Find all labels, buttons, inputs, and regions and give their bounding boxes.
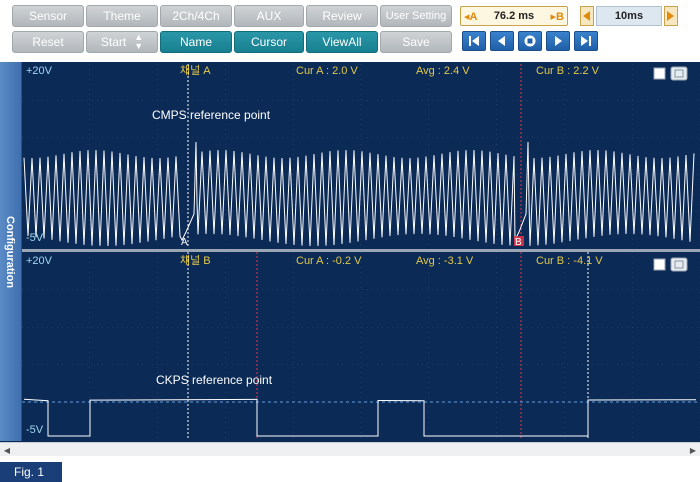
horizontal-scrollbar[interactable]: ◀ ▶ [0, 442, 700, 456]
configuration-tab[interactable]: Configuration [0, 62, 22, 441]
waveform-canvas[interactable]: +20V -5V 채널 A Cur A : 2.0 V Avg : 2.4 V … [0, 62, 700, 442]
previous-frame-button[interactable] [490, 31, 514, 51]
cursor-delta-readout: ◂A 76.2 ms ▸B [460, 6, 568, 26]
configuration-label: Configuration [4, 215, 17, 288]
ch2-name: 채널 B [180, 254, 211, 267]
channel-a-waveform [23, 141, 695, 247]
aux-button[interactable]: AUX [234, 5, 304, 27]
ch1-cur-b: Cur B : 2.2 V [536, 65, 600, 77]
cursor-a-marker-icon: ◂A [464, 10, 478, 23]
ch2-cur-b: Cur B : -4.1 V [536, 255, 603, 267]
ch2-toggle-checkbox[interactable] [653, 258, 666, 271]
ch1-name: 채널 A [180, 64, 211, 77]
next-frame-button[interactable] [546, 31, 570, 51]
stop-button[interactable] [518, 31, 542, 51]
time-decrease-button[interactable] [580, 6, 594, 26]
reset-button[interactable]: Reset [12, 31, 84, 53]
spinner-icon: ▲ ▼ [134, 32, 144, 51]
cursor-b-mark: B [515, 237, 522, 248]
time-increase-button[interactable] [664, 6, 678, 26]
start-button-label: Start [100, 35, 127, 49]
theme-button[interactable]: Theme [86, 5, 158, 27]
play-icon [555, 36, 562, 46]
ch1-scale-top: +20V [26, 65, 53, 77]
ch2-avg: Avg : -3.1 V [416, 255, 474, 267]
channel-b-waveform [23, 398, 697, 437]
start-button[interactable]: Start ▲ ▼ [86, 31, 158, 53]
ch1-toggle-checkbox[interactable] [653, 67, 666, 80]
stop-icon [524, 35, 536, 47]
cursor-b-marker-icon: ▸B [550, 10, 564, 23]
cursor-a-mark: A [181, 237, 188, 248]
last-frame-button[interactable] [574, 31, 598, 51]
arrow-left-icon [583, 11, 590, 21]
skip-forward-icon [581, 36, 591, 46]
name-button[interactable]: Name [160, 31, 232, 53]
ch1-avg: Avg : 2.4 V [416, 65, 470, 77]
ch2-expand-button[interactable] [670, 257, 688, 272]
review-button[interactable]: Review [306, 5, 378, 27]
save-button[interactable]: Save [380, 31, 452, 53]
skip-back-icon [469, 36, 479, 46]
cmps-annotation: CMPS reference point [152, 108, 271, 122]
ch2-scale-bottom: -5V [26, 424, 44, 436]
scroll-left-icon[interactable]: ◀ [1, 444, 13, 456]
ch2-cur-a: Cur A : -0.2 V [296, 255, 362, 267]
ckps-annotation: CKPS reference point [156, 373, 273, 387]
viewall-button[interactable]: ViewAll [306, 31, 378, 53]
figure-label: Fig. 1 [0, 462, 62, 482]
channel-divider[interactable] [22, 249, 700, 252]
cursor-button[interactable]: Cursor [234, 31, 304, 53]
ch1-expand-button[interactable] [670, 66, 688, 81]
scope-display[interactable]: +20V -5V 채널 A Cur A : 2.0 V Avg : 2.4 V … [0, 62, 700, 442]
ch1-cur-a: Cur A : 2.0 V [296, 65, 358, 77]
ch2-scale-top: +20V [26, 255, 53, 267]
channel-mode-button[interactable]: 2Ch/4Ch [160, 5, 232, 27]
sensor-button[interactable]: Sensor [12, 5, 84, 27]
ch1-scale-bottom: -5V [26, 232, 44, 244]
first-frame-button[interactable] [462, 31, 486, 51]
arrow-right-icon [667, 11, 674, 21]
time-div-value: 10ms [596, 6, 662, 26]
scroll-right-icon[interactable]: ▶ [687, 444, 699, 456]
cursor-delta-value: 76.2 ms [493, 10, 535, 22]
play-back-icon [498, 36, 505, 46]
user-setting-button[interactable]: User Setting [380, 5, 452, 27]
scope-app: Sensor Theme 2Ch/4Ch AUX Review User Set… [0, 0, 700, 482]
